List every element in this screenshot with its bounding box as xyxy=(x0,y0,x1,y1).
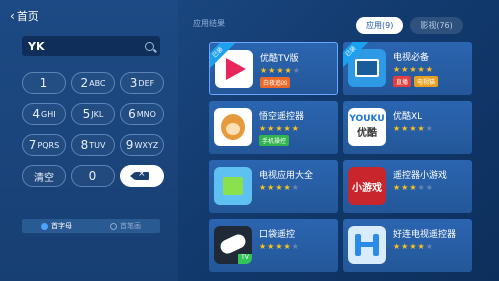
app-card[interactable]: 已装 优酷TV版 ★★★★★ 白夜追凶 xyxy=(209,42,338,95)
shopping-bag-icon xyxy=(214,167,252,205)
remote-icon: TV xyxy=(214,226,252,264)
app-badge: 直播 xyxy=(393,76,412,87)
app-card[interactable]: 电视应用大全 ★★★★★ xyxy=(209,160,338,213)
key-9[interactable]: 9 WXYZ xyxy=(120,134,164,156)
key-2[interactable]: 2 ABC xyxy=(71,72,115,94)
search-query: YK xyxy=(28,39,45,53)
app-name: 遥控器小游戏 xyxy=(393,171,448,181)
input-mode-toggle: 首字母 首笔画 xyxy=(22,219,160,233)
app-name: 口袋遥控 xyxy=(259,230,296,240)
rating-stars: ★★★★★ xyxy=(259,183,300,192)
youku-xl-icon: YOUKU 优酷 xyxy=(348,108,386,146)
search-icon xyxy=(145,41,154,51)
app-name: 优酷TV版 xyxy=(260,54,299,64)
backspace-button[interactable] xyxy=(120,165,164,187)
key-4[interactable]: 4 GHI xyxy=(22,103,66,125)
app-badge: 电视猫 xyxy=(414,76,439,87)
rating-stars: ★★★★★ xyxy=(393,242,434,251)
app-name: 好连电视遥控器 xyxy=(393,230,457,240)
h-logo-icon xyxy=(348,226,386,264)
app-card[interactable]: 已装 电视必备 ★★★★★ 直播 电视猫 xyxy=(343,42,472,95)
rating-stars: ★★★★★ xyxy=(260,66,301,75)
tab-apps[interactable]: 应用(9) xyxy=(356,17,404,34)
app-card[interactable]: YOUKU 优酷 优酷XL ★★★★★ xyxy=(343,101,472,154)
key-6[interactable]: 6 MNO xyxy=(120,103,164,125)
app-results-grid: 已装 优酷TV版 ★★★★★ 白夜追凶 已装 电视必备 ★★★★★ 直播 电视猫… xyxy=(209,42,472,272)
key-0[interactable]: 0 xyxy=(71,165,115,187)
tab-videos[interactable]: 影视(76) xyxy=(410,17,463,34)
app-badge: 手机操控 xyxy=(259,135,290,146)
rating-stars: ★★★★★ xyxy=(393,65,434,74)
back-button[interactable]: ‹ 首页 xyxy=(10,8,39,24)
search-input[interactable]: YK xyxy=(22,36,160,56)
search-panel: ‹ 首页 YK 1 2 ABC 3 DEF 4 GHI 5 JKL 6 MNO 7 PQRS… xyxy=(0,0,178,281)
key-3[interactable]: 3 DEF xyxy=(120,72,164,94)
backspace-icon xyxy=(130,169,149,180)
app-name: 优酷XL xyxy=(393,112,423,122)
radio-checked-icon xyxy=(41,222,48,230)
key-5[interactable]: 5 JKL xyxy=(71,103,115,125)
mode-stroke[interactable]: 首笔画 xyxy=(91,219,160,233)
rating-stars: ★★★★★ xyxy=(259,124,300,133)
clear-button[interactable]: 清空 xyxy=(22,165,66,187)
app-card[interactable]: 小游戏 遥控器小游戏 ★★★★★ xyxy=(343,160,472,213)
key-7[interactable]: 7 PQRS xyxy=(22,134,66,156)
key-8[interactable]: 8 TUV xyxy=(71,134,115,156)
app-card[interactable]: 好连电视遥控器 ★★★★★ xyxy=(343,219,472,272)
t9-keypad: 1 2 ABC 3 DEF 4 GHI 5 JKL 6 MNO 7 PQRS 8 TUV 9W… xyxy=(22,72,164,187)
radio-icon xyxy=(110,222,117,230)
app-badge: 白夜追凶 xyxy=(260,77,291,88)
app-card[interactable]: TV 口袋遥控 ★★★★★ xyxy=(209,219,338,272)
monkey-icon xyxy=(214,108,252,146)
results-tabs: 应用(9) 影视(76) xyxy=(356,17,463,34)
results-section-label: 应用结果 xyxy=(193,19,225,28)
chevron-left-icon: ‹ xyxy=(10,9,15,23)
app-name: 电视必备 xyxy=(393,53,430,63)
mode-initial-letter[interactable]: 首字母 xyxy=(22,219,91,233)
app-card[interactable]: 悟空遥控器 ★★★★★ 手机操控 xyxy=(209,101,338,154)
rating-stars: ★★★★★ xyxy=(393,183,434,192)
key-1[interactable]: 1 xyxy=(22,72,66,94)
rating-stars: ★★★★★ xyxy=(393,124,434,133)
back-label: 首页 xyxy=(16,10,39,23)
rating-stars: ★★★★★ xyxy=(259,242,300,251)
app-name: 悟空遥控器 xyxy=(259,112,305,122)
app-name: 电视应用大全 xyxy=(259,171,314,181)
mini-game-icon: 小游戏 xyxy=(348,167,386,205)
